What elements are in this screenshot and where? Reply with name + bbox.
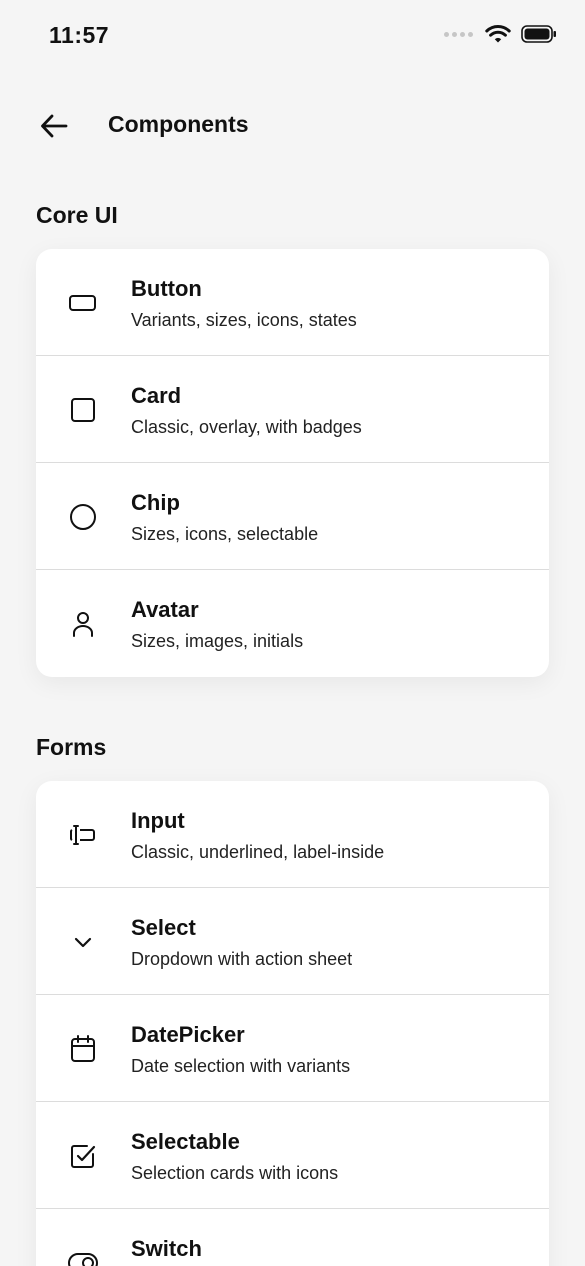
list-item-select[interactable]: Select Dropdown with action sheet: [36, 888, 549, 995]
list-item-title: Avatar: [131, 597, 199, 622]
list-item-subtitle: Date selection with variants: [131, 1056, 351, 1076]
section-title-core-ui: Core UI: [36, 202, 118, 228]
list-item-button[interactable]: Button Variants, sizes, icons, states: [36, 249, 549, 356]
text-cursor-icon: [66, 818, 100, 852]
list-item-title: Chip: [131, 490, 180, 515]
list-item-title: Button: [131, 276, 202, 301]
list-item-card[interactable]: Card Classic, overlay, with badges: [36, 356, 549, 463]
core-ui-card: Button Variants, sizes, icons, states Ca…: [36, 249, 549, 677]
chevron-down-icon: [66, 925, 100, 959]
calendar-icon: [66, 1032, 100, 1066]
status-icons: [444, 24, 557, 44]
list-item-avatar[interactable]: Avatar Sizes, images, initials: [36, 570, 549, 677]
list-item-chip[interactable]: Chip Sizes, icons, selectable: [36, 463, 549, 570]
list-item-subtitle: Sizes, icons, selectable: [131, 524, 319, 544]
status-time: 11:57: [49, 22, 110, 48]
circle-icon: [66, 500, 100, 534]
checkbox-icon: [66, 1139, 100, 1173]
list-item-subtitle: Selection cards with icons: [131, 1163, 339, 1183]
button-rect-icon: [66, 286, 100, 320]
components-screen: 11:57 Components Core UI Button Variants…: [0, 0, 585, 1266]
battery-icon: [521, 24, 557, 44]
list-item-subtitle: Classic, overlay, with badges: [131, 417, 362, 437]
list-item-input[interactable]: Input Classic, underlined, label-inside: [36, 781, 549, 888]
list-item-switch[interactable]: Switch: [36, 1209, 549, 1266]
list-item-subtitle: Classic, underlined, label-inside: [131, 842, 385, 862]
list-item-title: Switch: [131, 1236, 202, 1261]
list-item-subtitle: Dropdown with action sheet: [131, 949, 353, 969]
list-item-title: Select: [131, 915, 196, 940]
list-item-subtitle: Sizes, images, initials: [131, 631, 304, 651]
back-button[interactable]: [34, 108, 74, 144]
section-title-forms: Forms: [36, 734, 107, 760]
person-icon: [66, 607, 100, 641]
status-bar: 11:57: [0, 0, 585, 76]
page-title: Components: [108, 111, 249, 137]
list-item-title: Selectable: [131, 1129, 240, 1154]
forms-card: Input Classic, underlined, label-inside …: [36, 781, 549, 1266]
list-item-subtitle: Variants, sizes, icons, states: [131, 310, 357, 330]
navigation-header: Components: [0, 96, 585, 156]
list-item-selectable[interactable]: Selectable Selection cards with icons: [36, 1102, 549, 1209]
list-item-title: Card: [131, 383, 182, 408]
list-item-datepicker[interactable]: DatePicker Date selection with variants: [36, 995, 549, 1102]
toggle-icon: [66, 1246, 100, 1266]
arrow-left-icon: [39, 113, 69, 139]
list-item-title: Input: [131, 808, 185, 833]
wifi-icon: [485, 24, 511, 44]
square-icon: [66, 393, 100, 427]
signal-dots-icon: [444, 31, 473, 37]
list-item-title: DatePicker: [131, 1022, 245, 1047]
